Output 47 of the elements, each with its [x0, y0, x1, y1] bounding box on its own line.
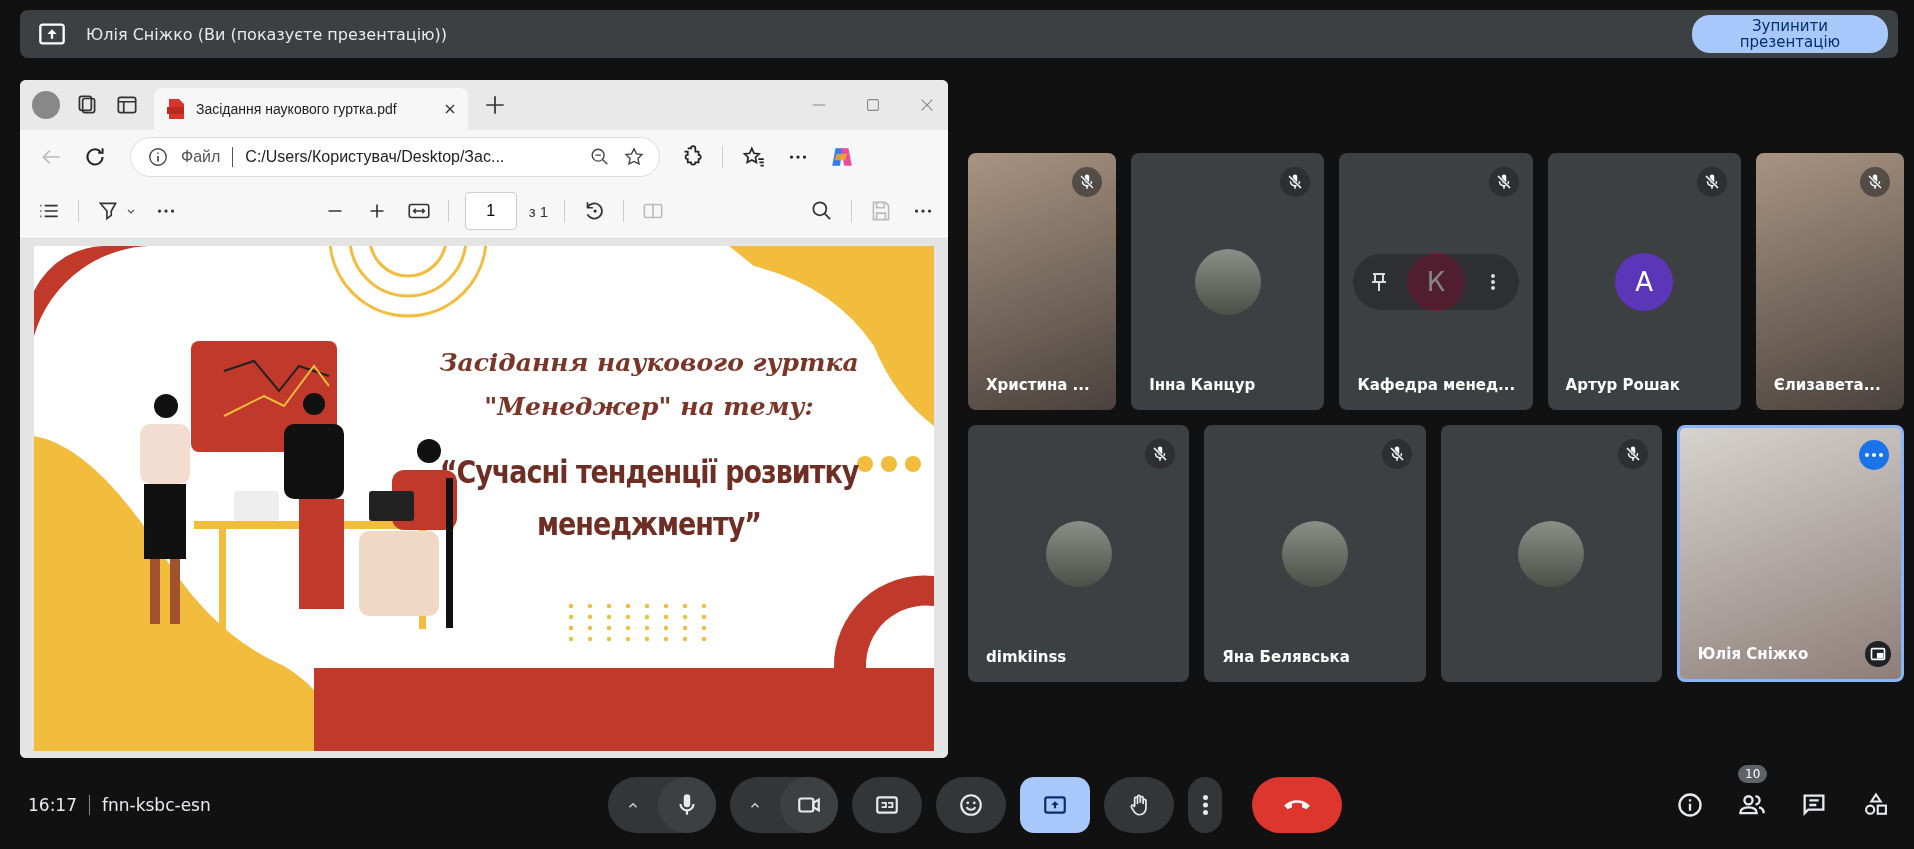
address-field[interactable]: Файл C:/Users/Користувач/Desktop/Зас... — [130, 137, 660, 177]
slide-title-line: "Менеджер" на тему: — [484, 391, 814, 423]
participant-name: Яна Белявська — [1222, 648, 1350, 666]
meeting-code: fnn-ksbc-esn — [102, 794, 211, 815]
more-vertical-icon — [1202, 794, 1208, 815]
tab-title: Засідання наукового гуртка.pdf — [196, 101, 398, 117]
page-number-field[interactable]: 1 — [464, 192, 517, 230]
participant-name: dimkiinss — [986, 648, 1067, 666]
profile-icon[interactable] — [32, 91, 60, 119]
smiley-icon — [958, 791, 984, 818]
pdf-icon — [166, 98, 186, 120]
participant-count-badge: 10 — [1738, 764, 1768, 783]
maximize-icon[interactable] — [864, 96, 882, 114]
slide-title-line: Засідання наукового гуртка — [439, 347, 859, 379]
participant-tile[interactable]: К Кафедра менед... — [1339, 153, 1533, 410]
participant-name: Артур Рошак — [1565, 376, 1680, 394]
participant-tile[interactable]: dimkiinss — [968, 425, 1190, 682]
stop-presenting-button[interactable]: Зупинити презентацію — [1692, 15, 1888, 53]
avatar-circle: К — [1407, 252, 1465, 311]
info-icon[interactable] — [1676, 790, 1704, 819]
participant-name: Христина ... — [986, 376, 1090, 394]
address-text: C:/Users/Користувач/Desktop/Зас... — [245, 148, 505, 166]
participant-tile[interactable]: Христина ... — [968, 153, 1117, 410]
present-screen-button[interactable] — [1020, 776, 1090, 833]
browser-tab[interactable]: Засідання наукового гуртка.pdf — [154, 88, 468, 130]
slide-subtitle-line: “Сучасні тенденції розвитку — [439, 453, 859, 493]
participant-name: Інна Канцур — [1149, 376, 1256, 394]
more-options-button[interactable] — [1188, 776, 1222, 833]
star-icon[interactable] — [623, 146, 645, 168]
page-total: з 1 — [528, 202, 549, 220]
file-label: Файл — [181, 148, 221, 166]
picture-in-picture-icon[interactable] — [1865, 641, 1891, 667]
participant-name: Єлизавета... — [1773, 376, 1881, 394]
participant-tile[interactable]: A Артур Рошак — [1547, 153, 1741, 410]
avatar-circle: A — [1615, 252, 1674, 311]
participant-name: Юлія Сніжко — [1697, 645, 1809, 663]
clock-time: 16:17 — [28, 794, 77, 815]
participant-name: Кафедра менед... — [1357, 376, 1516, 394]
slide-subtitle-line: менеджменту” — [536, 505, 762, 545]
participant-tile[interactable]: Яна Белявська — [1204, 425, 1426, 682]
phone-hang-up-icon — [1284, 799, 1310, 810]
participant-tile[interactable] — [1440, 425, 1662, 682]
participant-tile[interactable]: Єлизавета... — [1755, 153, 1904, 410]
close-icon[interactable] — [444, 103, 456, 115]
presenting-status-text: Юлія Сніжко (Ви (показуєте презентацію)) — [86, 24, 449, 44]
info-icon[interactable] — [147, 146, 169, 168]
participant-tile[interactable]: Інна Канцур — [1131, 153, 1325, 410]
